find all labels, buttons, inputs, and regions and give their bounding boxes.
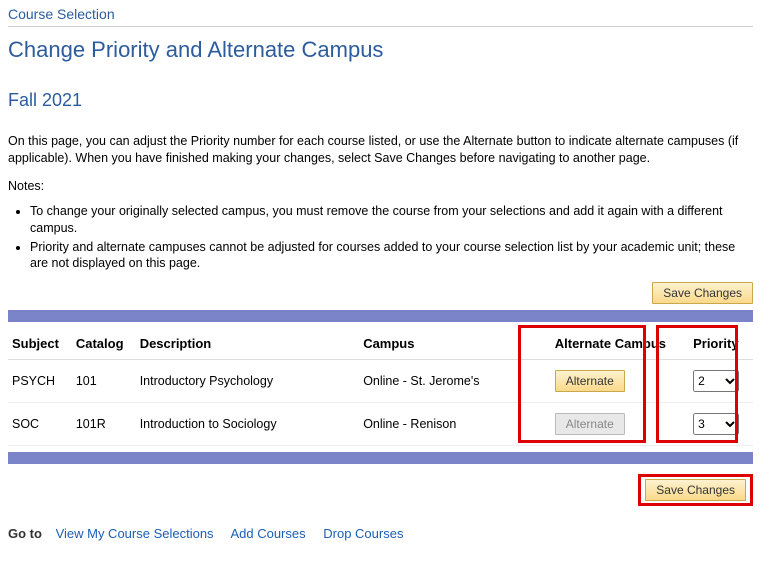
breadcrumb[interactable]: Course Selection [8,0,753,27]
notes-item: Priority and alternate campuses cannot b… [30,239,753,273]
cell-priority: 12345 [689,360,753,403]
table-row: PSYCH 101 Introductory Psychology Online… [8,360,753,403]
th-priority: Priority [689,328,753,360]
th-catalog: Catalog [72,328,136,360]
highlight-save-changes: Save Changes [638,474,753,506]
th-alternate-campus: Alternate Campus [551,328,689,360]
save-changes-button-bottom[interactable]: Save Changes [645,479,746,501]
cell-catalog: 101 [72,360,136,403]
priority-select[interactable]: 12345 [693,370,739,392]
bottom-save-row: Save Changes [8,474,753,506]
intro-text: On this page, you can adjust the Priorit… [8,133,753,167]
priority-select[interactable]: 12345 [693,413,739,435]
term-heading: Fall 2021 [8,90,753,111]
course-table: Subject Catalog Description Campus Alter… [8,328,753,446]
cell-campus: Online - Renison [359,403,551,446]
cell-campus: Online - St. Jerome's [359,360,551,403]
alternate-button-disabled: Alternate [555,413,625,435]
notes-item: To change your originally selected campu… [30,203,753,237]
cell-description: Introduction to Sociology [136,403,360,446]
th-subject: Subject [8,328,72,360]
th-description: Description [136,328,360,360]
cell-alternate: Alternate [551,360,689,403]
th-campus: Campus [359,328,551,360]
cell-subject: PSYCH [8,360,72,403]
page-title: Change Priority and Alternate Campus [8,27,753,72]
cell-description: Introductory Psychology [136,360,360,403]
table-wrap: Subject Catalog Description Campus Alter… [8,328,753,446]
top-save-row: Save Changes [8,282,753,304]
cell-alternate: Alternate [551,403,689,446]
notes-label: Notes: [8,179,753,193]
save-changes-button-top[interactable]: Save Changes [652,282,753,304]
divider-bar-bottom [8,452,753,464]
alternate-button[interactable]: Alternate [555,370,625,392]
notes-list: To change your originally selected campu… [30,203,753,273]
table-row: SOC 101R Introduction to Sociology Onlin… [8,403,753,446]
cell-priority: 12345 [689,403,753,446]
table-header-row: Subject Catalog Description Campus Alter… [8,328,753,360]
divider-bar-top [8,310,753,322]
cell-subject: SOC [8,403,72,446]
cell-catalog: 101R [72,403,136,446]
